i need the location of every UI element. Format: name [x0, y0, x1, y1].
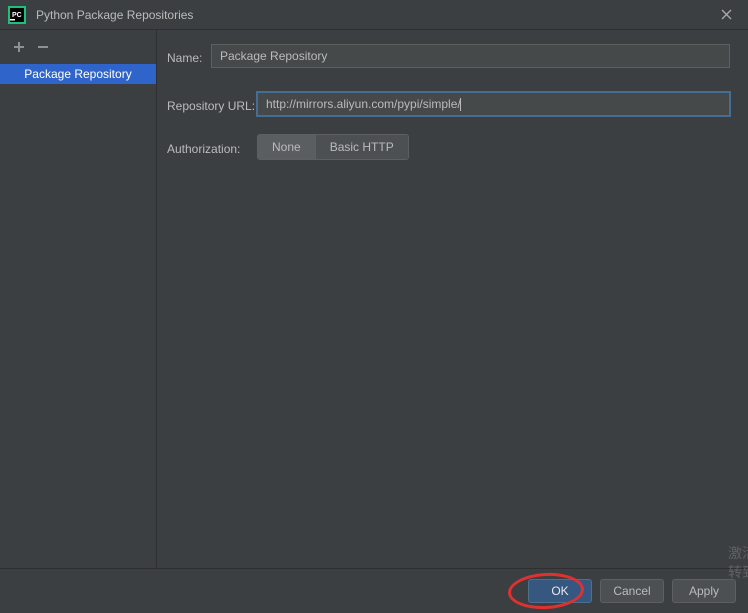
auth-segmented: None Basic HTTP — [257, 134, 409, 160]
titlebar: PC Python Package Repositories — [0, 0, 748, 30]
add-repo-button[interactable] — [12, 40, 26, 54]
remove-repo-button[interactable] — [36, 40, 50, 54]
auth-row: Authorization: None Basic HTTP — [167, 134, 730, 160]
form-area: Name: Repository URL: http://mirrors.ali… — [157, 30, 748, 568]
apply-button[interactable]: Apply — [672, 579, 736, 603]
name-label: Name: — [167, 47, 211, 65]
plus-icon — [12, 40, 26, 54]
footer: OK Cancel Apply — [0, 568, 748, 613]
content-area: Package Repository Name: Repository URL:… — [0, 30, 748, 568]
close-icon — [721, 9, 732, 20]
url-row: Repository URL: http://mirrors.aliyun.co… — [167, 92, 730, 116]
auth-basic-button[interactable]: Basic HTTP — [316, 135, 408, 159]
cancel-button[interactable]: Cancel — [600, 579, 664, 603]
pycharm-icon: PC — [8, 6, 26, 24]
url-value: http://mirrors.aliyun.com/pypi/simple/ — [266, 97, 461, 111]
close-button[interactable] — [713, 3, 740, 27]
repo-list-item[interactable]: Package Repository — [0, 64, 156, 84]
svg-text:PC: PC — [12, 12, 22, 19]
ok-button[interactable]: OK — [528, 579, 592, 603]
auth-label: Authorization: — [167, 138, 257, 156]
minus-icon — [36, 40, 50, 54]
window-title: Python Package Repositories — [36, 8, 713, 22]
auth-none-button[interactable]: None — [258, 135, 316, 159]
sidebar-toolbar — [0, 38, 156, 64]
sidebar: Package Repository — [0, 30, 157, 568]
text-caret — [460, 98, 461, 111]
url-input[interactable]: http://mirrors.aliyun.com/pypi/simple/ — [257, 92, 730, 116]
name-row: Name: — [167, 44, 730, 68]
name-input[interactable] — [211, 44, 730, 68]
url-label: Repository URL: — [167, 95, 257, 113]
